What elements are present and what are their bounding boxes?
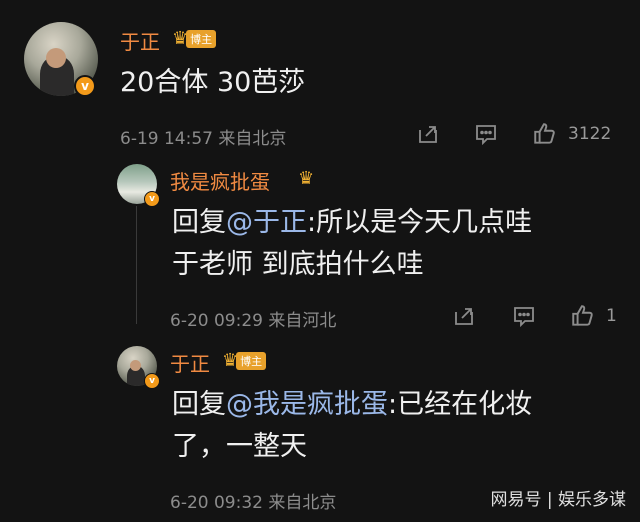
author-name[interactable]: 于正 xyxy=(120,26,160,55)
like-count: 3122 xyxy=(568,124,612,144)
watermark: 网易号 | 娱乐多谋 xyxy=(490,490,626,510)
thread-line xyxy=(136,206,137,324)
crown-icon: ♛ xyxy=(298,168,315,189)
mention-link[interactable]: @于正 xyxy=(226,207,307,238)
share-icon[interactable] xyxy=(416,122,440,146)
author-name[interactable]: 于正 xyxy=(170,348,210,377)
verified-icon: v xyxy=(144,191,160,207)
like-icon[interactable] xyxy=(532,121,558,147)
like-icon[interactable] xyxy=(570,303,596,329)
reply-date: 6-20 09:32 来自北京 xyxy=(170,493,337,513)
reply-date: 6-20 09:29 来自河北 xyxy=(170,311,337,331)
author-name[interactable]: 我是疯批蛋 xyxy=(170,166,270,195)
mention-link[interactable]: @我是疯批蛋 xyxy=(226,389,388,420)
verified-icon: v xyxy=(144,373,160,389)
comment-icon[interactable] xyxy=(474,122,498,146)
reply-text: 回复@于正:所以是今天几点哇 于老师 到底拍什么哇 xyxy=(172,207,533,280)
blogger-badge: ♛ 博主 xyxy=(222,350,267,372)
blogger-badge: ♛ 博主 xyxy=(172,28,217,50)
comment-date: 6-19 14:57 来自北京 xyxy=(120,129,287,149)
reply-text: 回复@我是疯批蛋:已经在化妆 了，一整天 xyxy=(172,389,533,462)
share-icon[interactable] xyxy=(452,304,476,328)
comment-text: 20合体 30芭莎 xyxy=(120,67,306,98)
comment-icon[interactable] xyxy=(512,304,536,328)
like-count: 1 xyxy=(606,306,617,326)
verified-icon: v xyxy=(74,75,96,97)
